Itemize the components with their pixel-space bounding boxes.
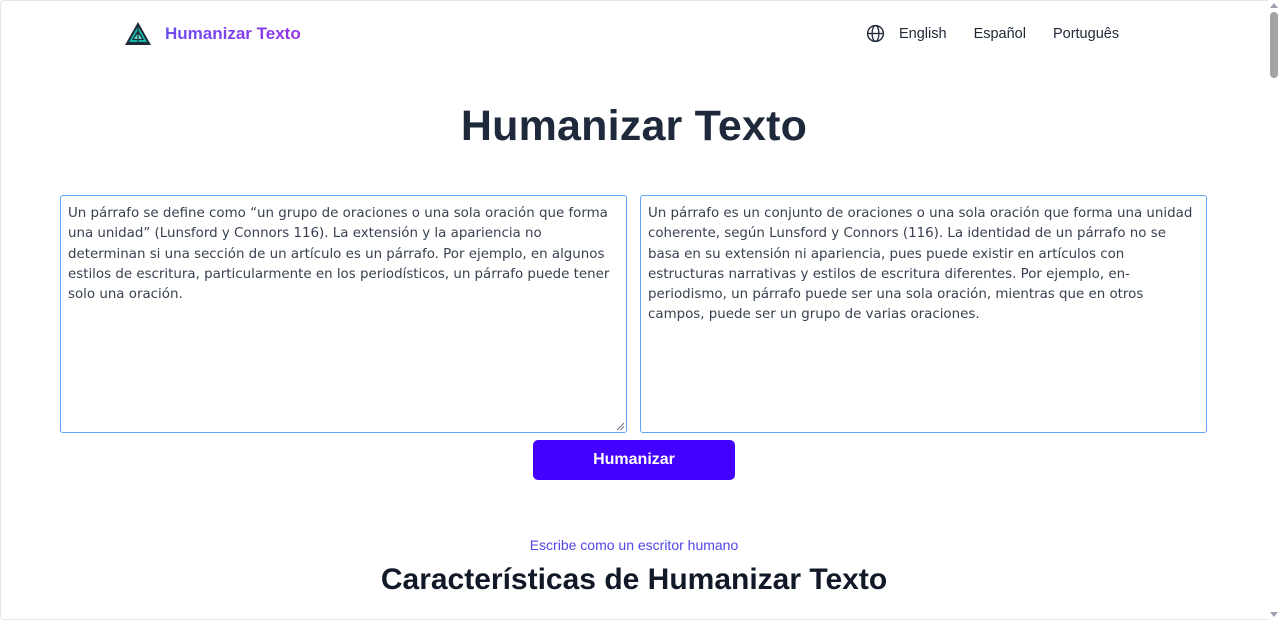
scroll-up-arrow-icon[interactable] xyxy=(1270,3,1278,8)
output-textarea[interactable]: Un párrafo es un conjunto de oraciones o… xyxy=(640,195,1207,433)
page-title: Humanizar Texto xyxy=(460,102,808,150)
humanize-button[interactable]: Humanizar xyxy=(533,440,735,480)
scroll-down-arrow-icon[interactable] xyxy=(1270,612,1278,617)
scrollbar-thumb[interactable] xyxy=(1270,12,1278,78)
features-eyebrow: Escribe como un escritor humano xyxy=(529,537,739,553)
home-link[interactable]: Humanizar Texto xyxy=(124,21,301,47)
language-link-espanol[interactable]: Español xyxy=(974,26,1026,42)
language-link-english[interactable]: English xyxy=(899,26,947,42)
site-header: Humanizar Texto English Español Portuguê… xyxy=(0,0,1268,68)
language-nav: English Español Português xyxy=(866,24,1119,43)
resize-handle-icon[interactable] xyxy=(616,422,625,431)
input-textarea[interactable]: Un párrafo se define como “un grupo de o… xyxy=(60,195,627,433)
pine-tree-logo-icon xyxy=(125,22,151,45)
features-title: Características de Humanizar Texto xyxy=(380,563,888,596)
globe-icon xyxy=(866,24,885,43)
page-scrollbar[interactable] xyxy=(1268,0,1280,620)
language-link-portugues[interactable]: Português xyxy=(1053,26,1119,42)
brand-name: Humanizar Texto xyxy=(165,24,301,43)
